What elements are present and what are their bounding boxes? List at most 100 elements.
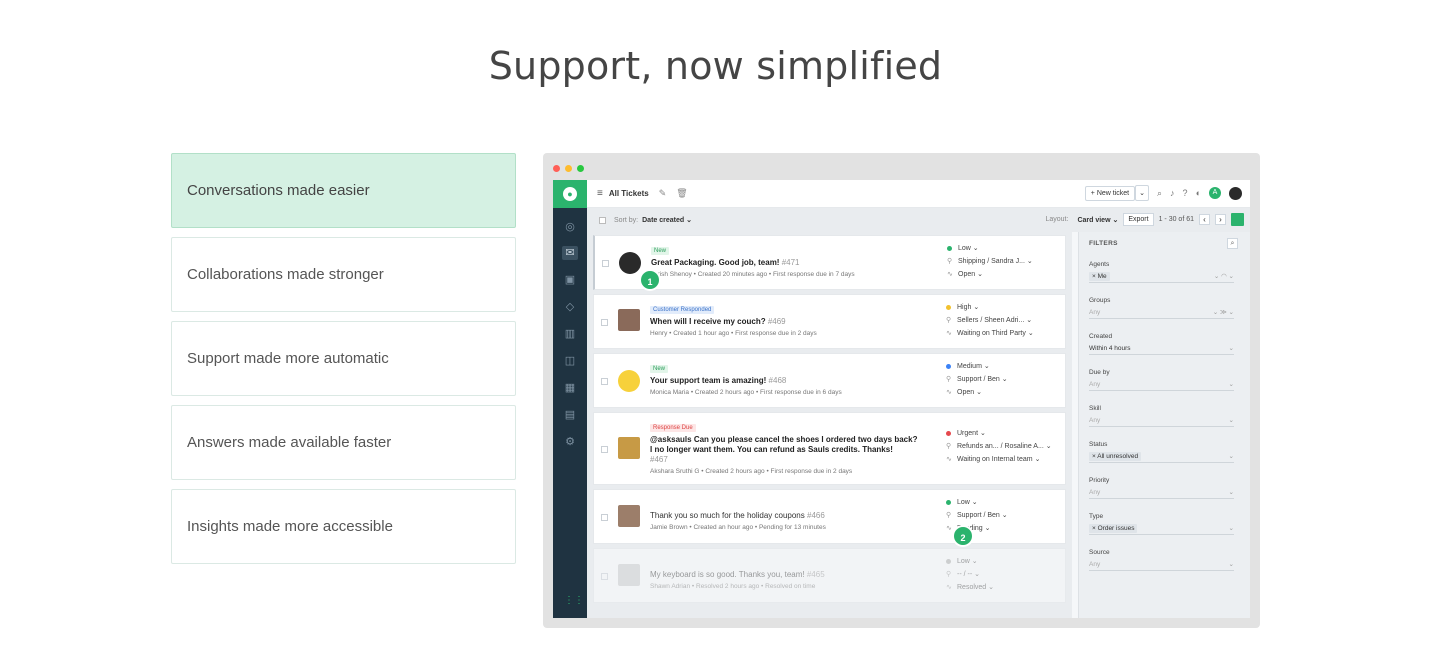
bell-icon[interactable]: ♪ bbox=[1170, 188, 1175, 198]
reports-icon[interactable]: ▦ bbox=[562, 381, 578, 395]
ticket-subject[interactable]: When will I receive my couch? #469 bbox=[650, 317, 950, 327]
select-all-checkbox[interactable] bbox=[599, 216, 606, 224]
ticket-card[interactable]: New Great Packaging. Good job, team! #47… bbox=[593, 235, 1066, 290]
ticket-card[interactable]: My keyboard is so good. Thanks you, team… bbox=[593, 548, 1066, 603]
assignee-field[interactable]: ⚲ Support / Ben ⌄ bbox=[946, 509, 1066, 522]
callout-marker-1[interactable]: 1 bbox=[639, 269, 661, 291]
status-badge: New bbox=[650, 365, 669, 373]
feature-item-automation[interactable]: Support made more automatic bbox=[171, 321, 516, 396]
filter-groups[interactable]: Groups Any ⌄ ≫ ⌄ bbox=[1089, 297, 1240, 319]
ticket-checkbox[interactable] bbox=[601, 319, 608, 326]
ticket-checkbox[interactable] bbox=[601, 446, 608, 453]
social-icon[interactable]: ◇ bbox=[562, 300, 578, 314]
ticket-meta: Monica Maria • Created 2 hours ago • Fir… bbox=[650, 389, 842, 396]
solutions-icon[interactable]: ▥ bbox=[562, 327, 578, 341]
sort-label: Sort by: bbox=[614, 216, 639, 224]
filter-due-by[interactable]: Due by Any ⌄ bbox=[1089, 369, 1240, 391]
feature-item-answers[interactable]: Answers made available faster bbox=[171, 405, 516, 480]
priority-field[interactable]: Low ⌄ bbox=[946, 555, 1066, 568]
filter-agents[interactable]: Agents × Me ⌄ ◠ ⌄ bbox=[1089, 261, 1240, 283]
ticket-subject[interactable]: @asksauls Can you please cancel the shoe… bbox=[650, 435, 918, 465]
feature-item-conversations[interactable]: Conversations made easier bbox=[171, 153, 516, 228]
ticket-meta: Girish Shenoy • Created 20 minutes ago •… bbox=[651, 271, 855, 278]
ticket-status-field[interactable]: ∿ Resolved ⌄ bbox=[946, 581, 1066, 594]
assignee-field[interactable]: ⚲ Sellers / Sheen Adri... ⌄ bbox=[946, 314, 1066, 327]
ticket-status-field[interactable]: ∿ Open ⌄ bbox=[947, 268, 1067, 281]
ticket-card[interactable]: Customer Responded When will I receive m… bbox=[593, 294, 1066, 349]
new-ticket-dropdown-icon[interactable]: ⌄ bbox=[1135, 185, 1149, 201]
feature-item-collaborations[interactable]: Collaborations made stronger bbox=[171, 237, 516, 312]
view-title[interactable]: All Tickets bbox=[609, 189, 649, 198]
prev-page-icon[interactable]: ‹ bbox=[1199, 214, 1210, 225]
ticket-card[interactable]: Response Due @asksauls Can you please ca… bbox=[593, 412, 1066, 485]
ticket-checkbox[interactable] bbox=[601, 573, 608, 580]
ticket-subject[interactable]: Thank you so much for the holiday coupon… bbox=[650, 511, 950, 521]
apps-icon[interactable]: ◐ bbox=[1196, 188, 1201, 198]
priority-field[interactable]: High ⌄ bbox=[946, 301, 1066, 314]
settings-icon[interactable]: ⚙ bbox=[562, 435, 578, 449]
ticket-meta: Henry • Created 1 hour ago • First respo… bbox=[650, 330, 817, 337]
analytics-icon[interactable]: ▤ bbox=[562, 408, 578, 422]
filter-source[interactable]: Source Any ⌄ bbox=[1089, 549, 1240, 571]
ticket-card[interactable]: New Your support team is amazing! #468 M… bbox=[593, 353, 1066, 408]
ticket-subject[interactable]: Your support team is amazing! #468 bbox=[650, 376, 950, 386]
ticket-checkbox[interactable] bbox=[601, 378, 608, 385]
ticket-checkbox[interactable] bbox=[601, 514, 608, 521]
app-screenshot-window: ● ◎ ✉ ▣ ◇ ▥ ◫ ▦ ▤ ⚙ ⋮⋮⋮ ≡ All Tickets ✎ … bbox=[543, 153, 1260, 628]
avatar bbox=[618, 370, 640, 392]
export-button[interactable]: Export bbox=[1123, 213, 1154, 226]
profile-avatar[interactable] bbox=[1229, 186, 1242, 200]
top-bar: ≡ All Tickets ✎ 🗑 + New ticket ⌄ ⌕ ♪ ? ◐… bbox=[587, 180, 1250, 208]
status-badge: New bbox=[651, 247, 670, 255]
ticket-status-field[interactable]: ∿ Waiting on Internal team ⌄ bbox=[946, 453, 1066, 466]
sort-select[interactable]: Date created ⌄ bbox=[642, 216, 692, 224]
trash-icon[interactable]: 🗑 bbox=[676, 188, 687, 199]
callout-marker-2[interactable]: 2 bbox=[952, 525, 974, 547]
priority-field[interactable]: Urgent ⌄ bbox=[946, 427, 1066, 440]
filter-skill[interactable]: Skill Any ⌄ bbox=[1089, 405, 1240, 427]
filter-created[interactable]: Created Within 4 hours ⌄ bbox=[1089, 333, 1240, 355]
filter-search-icon[interactable]: ⌕ bbox=[1227, 238, 1238, 249]
ticket-meta: Akshara Sruthi G • Created 2 hours ago •… bbox=[650, 468, 853, 475]
feature-item-insights[interactable]: Insights made more accessible bbox=[171, 489, 516, 564]
pagination-text: 1 - 30 of 61 bbox=[1158, 216, 1194, 223]
avatar bbox=[618, 437, 640, 459]
tickets-icon[interactable]: ✉ bbox=[562, 246, 578, 260]
ticket-card[interactable]: Thank you so much for the holiday coupon… bbox=[593, 489, 1066, 544]
new-ticket-button[interactable]: + New ticket bbox=[1084, 185, 1136, 201]
page-title: Support, now simplified bbox=[488, 44, 943, 88]
dashboard-icon[interactable]: ◎ bbox=[562, 220, 578, 234]
menu-icon[interactable]: ≡ bbox=[597, 188, 603, 199]
priority-field[interactable]: Low ⌄ bbox=[947, 242, 1067, 255]
assignee-field[interactable]: ⚲ Refunds an... / Rosaline A... ⌄ bbox=[946, 440, 1066, 453]
ticket-checkbox[interactable] bbox=[602, 260, 609, 267]
help-icon[interactable]: ? bbox=[1183, 188, 1188, 198]
forums-icon[interactable]: ◫ bbox=[562, 354, 578, 368]
filter-status[interactable]: Status × All unresolved ⌄ bbox=[1089, 441, 1240, 463]
layout-select[interactable]: Card view ⌄ bbox=[1077, 216, 1118, 224]
filter-type[interactable]: Type × Order issues ⌄ bbox=[1089, 513, 1240, 535]
minimize-dot bbox=[565, 165, 572, 172]
priority-field[interactable]: Low ⌄ bbox=[946, 496, 1066, 509]
feature-list: Conversations made easier Collaborations… bbox=[171, 153, 516, 573]
assignee-field[interactable]: ⚲ -- / -- ⌄ bbox=[946, 568, 1066, 581]
priority-field[interactable]: Medium ⌄ bbox=[946, 360, 1066, 373]
ticket-status-field[interactable]: ∿ Open ⌄ bbox=[946, 386, 1066, 399]
filter-priority[interactable]: Priority Any ⌄ bbox=[1089, 477, 1240, 499]
assignee-field[interactable]: ⚲ Shipping / Sandra J... ⌄ bbox=[947, 255, 1067, 268]
status-badge: Customer Responded bbox=[650, 306, 715, 314]
avatar bbox=[618, 564, 640, 586]
next-page-icon[interactable]: › bbox=[1215, 214, 1226, 225]
agent-status-avatar[interactable]: A bbox=[1209, 187, 1221, 199]
logo-icon[interactable]: ● bbox=[553, 180, 587, 208]
edit-icon[interactable]: ✎ bbox=[659, 188, 667, 199]
search-icon[interactable]: ⌕ bbox=[1157, 188, 1162, 199]
ticket-status-field[interactable]: ∿ Waiting on Third Party ⌄ bbox=[946, 327, 1066, 340]
filter-toggle-icon[interactable] bbox=[1231, 213, 1244, 226]
avatar bbox=[618, 309, 640, 331]
ticket-subject[interactable]: Great Packaging. Good job, team! #471 bbox=[651, 258, 951, 268]
assignee-field[interactable]: ⚲ Support / Ben ⌄ bbox=[946, 373, 1066, 386]
window-controls bbox=[553, 165, 584, 172]
ticket-subject[interactable]: My keyboard is so good. Thanks you, team… bbox=[650, 570, 950, 580]
contacts-icon[interactable]: ▣ bbox=[562, 273, 578, 287]
